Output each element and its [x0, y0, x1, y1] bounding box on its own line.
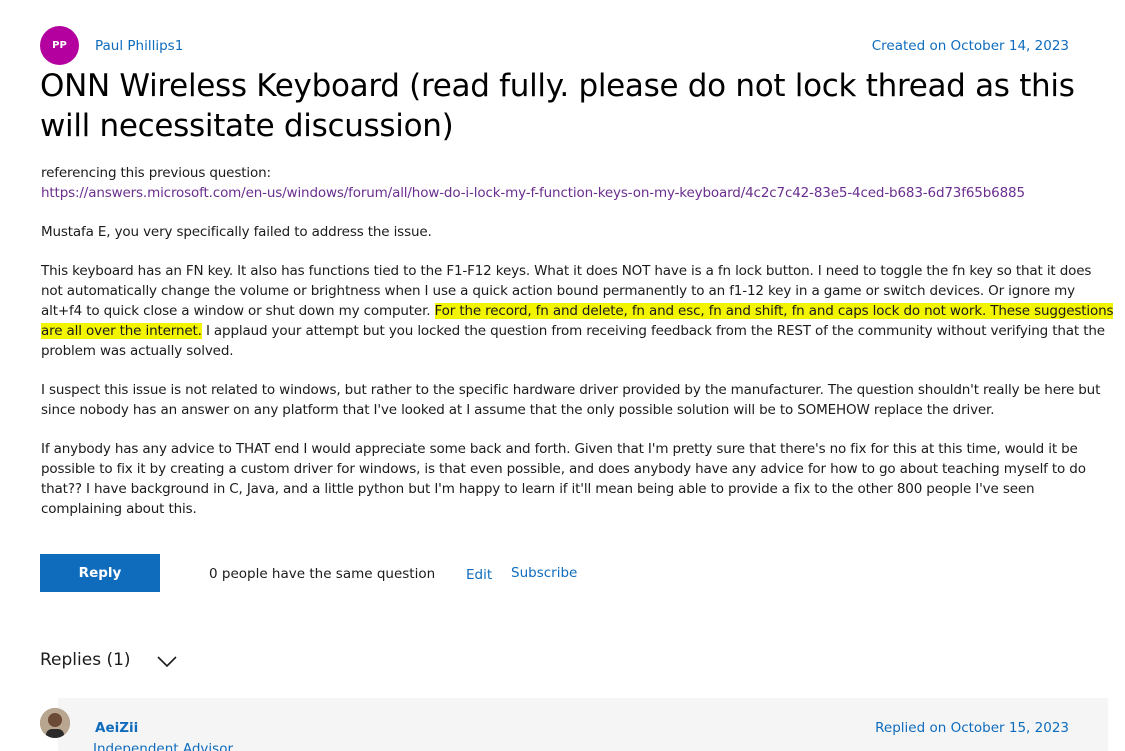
reply-author-avatar[interactable]: [40, 708, 70, 738]
edit-link[interactable]: Edit: [466, 567, 492, 583]
reply-author-name[interactable]: AeiZii: [95, 720, 138, 736]
reference-intro: referencing this previous question:: [41, 165, 271, 181]
mustafa-paragraph: Mustafa E, you very specifically failed …: [41, 224, 432, 240]
forum-question-page: PP Paul Phillips1 Created on October 14,…: [0, 0, 1125, 751]
author-avatar-initials: PP: [52, 40, 67, 51]
reply-author-role: Independent Advisor: [93, 741, 234, 751]
created-date: Created on October 14, 2023: [871, 38, 1069, 54]
same-question-count: 0 people have the same question: [209, 566, 436, 582]
author-name-link[interactable]: Paul Phillips1: [95, 38, 183, 54]
author-avatar[interactable]: PP: [40, 26, 79, 65]
subscribe-link[interactable]: Subscribe: [511, 565, 577, 581]
question-title: ONN Wireless Keyboard (read fully. pleas…: [40, 68, 1075, 144]
keyboard-paragraph: This keyboard has an FN key. It also has…: [41, 261, 1116, 361]
replies-header-label: Replies (1): [40, 650, 131, 670]
replied-date: Replied on October 15, 2023: [875, 720, 1069, 736]
reply-button[interactable]: Reply: [40, 554, 160, 592]
advice-paragraph: If anybody has any advice to THAT end I …: [41, 441, 1086, 517]
replies-toggle[interactable]: Replies (1): [40, 650, 177, 670]
suspect-paragraph: I suspect this issue is not related to w…: [41, 382, 1101, 418]
reference-paragraph: referencing this previous question: http…: [41, 163, 1116, 203]
reference-link[interactable]: https://answers.microsoft.com/en-us/wind…: [41, 185, 1025, 201]
question-body: referencing this previous question: http…: [41, 163, 1116, 538]
chevron-down-icon: [156, 653, 177, 668]
